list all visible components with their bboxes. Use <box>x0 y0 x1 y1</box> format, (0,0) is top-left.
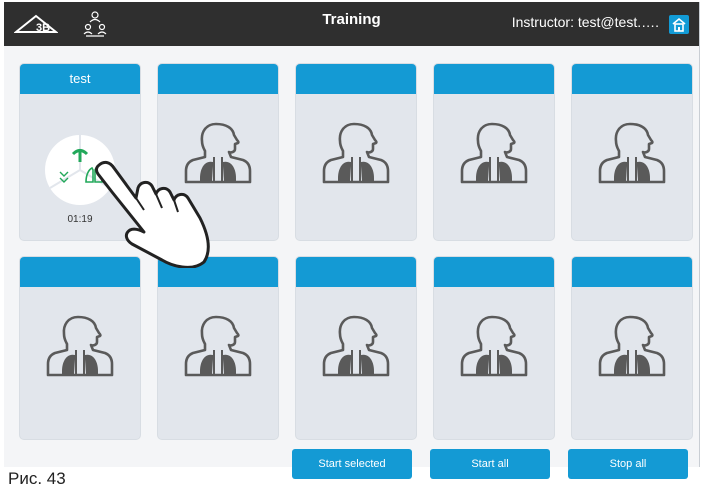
home-icon <box>672 17 686 32</box>
users-network-icon[interactable] <box>82 10 108 38</box>
patient-torso-icon <box>598 122 666 184</box>
station-card[interactable] <box>572 64 692 240</box>
svg-text:3B: 3B <box>36 22 50 34</box>
patient-torso-icon <box>322 122 390 184</box>
top-bar: 3B Training Instructor: test@test.…. <box>4 2 699 46</box>
station-body <box>572 94 692 240</box>
station-body <box>434 94 554 240</box>
station-name <box>434 64 554 94</box>
station-name <box>572 257 692 287</box>
station-name <box>296 64 416 94</box>
start-selected-button[interactable]: Start selected <box>292 449 412 479</box>
patient-torso-icon <box>460 122 528 184</box>
patient-torso-icon <box>184 315 252 377</box>
station-name <box>434 257 554 287</box>
station-name: test <box>20 64 140 94</box>
station-body <box>296 94 416 240</box>
station-card[interactable] <box>572 257 692 439</box>
station-card[interactable] <box>296 257 416 439</box>
station-name <box>296 257 416 287</box>
start-all-button[interactable]: Start all <box>430 449 550 479</box>
patient-torso-icon <box>46 315 114 377</box>
home-button[interactable] <box>669 15 689 34</box>
station-body <box>20 287 140 439</box>
station-body <box>158 287 278 439</box>
pointer-hand-icon <box>95 160 210 268</box>
patient-torso-icon <box>460 315 528 377</box>
patient-torso-icon <box>598 315 666 377</box>
3b-logo-icon: 3B <box>14 14 58 34</box>
station-card[interactable] <box>296 64 416 240</box>
figure-caption: Рис. 43 <box>6 469 68 489</box>
station-card[interactable] <box>20 257 140 439</box>
station-body <box>434 287 554 439</box>
station-card[interactable] <box>434 257 554 439</box>
station-card[interactable] <box>158 257 278 439</box>
station-name <box>572 64 692 94</box>
station-body <box>296 287 416 439</box>
patient-torso-icon <box>322 315 390 377</box>
stop-all-button[interactable]: Stop all <box>568 449 688 479</box>
instructor-label: Instructor: test@test.…. <box>511 14 659 30</box>
station-card[interactable] <box>434 64 554 240</box>
station-body <box>572 287 692 439</box>
station-name <box>158 64 278 94</box>
